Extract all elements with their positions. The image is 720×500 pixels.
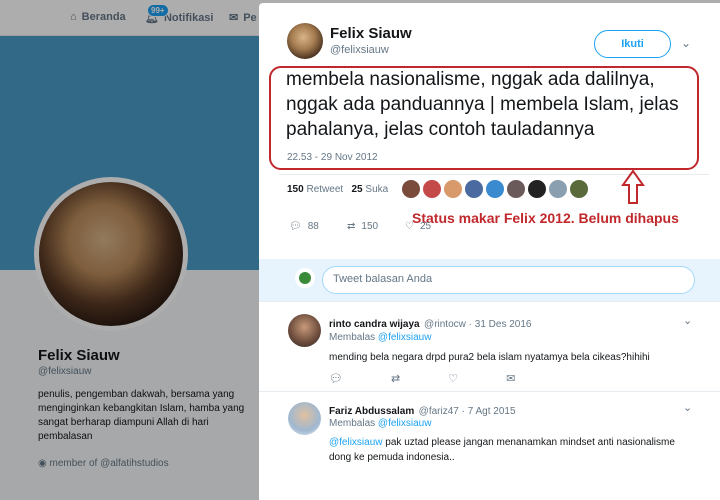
- author-avatar[interactable]: [287, 23, 323, 59]
- reply-item[interactable]: rinto candra wijaya @rintocw · 31 Des 20…: [259, 301, 720, 391]
- chevron-down-icon[interactable]: ⌄: [681, 36, 691, 50]
- reply-icon[interactable]: 💬︎: [329, 372, 343, 385]
- follow-button[interactable]: Ikuti: [594, 30, 671, 58]
- retweet-action[interactable]: ⇄ 150: [347, 221, 378, 232]
- like-count: 25: [419, 221, 432, 232]
- reply-count: 88: [307, 221, 319, 232]
- reply-to-handle[interactable]: @felixsiauw: [378, 332, 432, 343]
- tweet-stats: 150 Retweet 25 Suka: [287, 184, 388, 195]
- chevron-down-icon[interactable]: ⌄: [683, 314, 692, 327]
- highlight-box: [269, 66, 699, 170]
- like-action[interactable]: ♡ 25: [405, 221, 431, 232]
- like-total-label: Suka: [365, 184, 389, 195]
- reply-text: mending bela negara drpd pura2 bela isla…: [329, 352, 650, 363]
- retweet-total[interactable]: 150: [287, 184, 304, 195]
- reply-mention[interactable]: @felixsiauw: [329, 437, 383, 448]
- retweet-icon[interactable]: ⇄: [391, 372, 400, 385]
- like-total[interactable]: 25: [352, 184, 363, 195]
- reply-author-name[interactable]: rinto candra wijaya: [329, 319, 420, 330]
- reply-icon: 💬︎: [289, 221, 302, 232]
- reply-action[interactable]: 💬︎ 88: [289, 221, 319, 232]
- reply-input[interactable]: Tweet balasan Anda: [322, 266, 695, 294]
- reply-to: Membalas @felixsiauw: [329, 418, 431, 429]
- reply-avatar[interactable]: [288, 314, 321, 347]
- liker-avatar[interactable]: [402, 180, 420, 198]
- reply-text: @felixsiauw pak uztad please jangan mena…: [329, 435, 689, 465]
- reply-compose: Tweet balasan Anda: [259, 259, 720, 301]
- reply-to-label: Membalas: [329, 418, 376, 429]
- reply-meta: @fariz47 · 7 Agt 2015: [418, 406, 516, 417]
- reply-actions: 💬︎ ⇄ ♡ ✉: [329, 372, 515, 385]
- liker-avatar[interactable]: [507, 180, 525, 198]
- retweet-icon: ⇄: [347, 221, 356, 232]
- message-icon[interactable]: ✉: [506, 372, 515, 385]
- liker-avatar[interactable]: [486, 180, 504, 198]
- heart-icon: ♡: [405, 221, 414, 232]
- annotation-text: Status makar Felix 2012. Belum dihapus: [412, 210, 679, 226]
- retweet-total-label: Retweet: [306, 184, 344, 195]
- reply-avatar[interactable]: [288, 402, 321, 435]
- likers-avatars[interactable]: [402, 180, 588, 198]
- heart-icon[interactable]: ♡: [448, 372, 458, 385]
- liker-avatar[interactable]: [444, 180, 462, 198]
- own-avatar: [295, 268, 315, 288]
- annotation-arrow-icon: [621, 169, 645, 204]
- reply-to-handle[interactable]: @felixsiauw: [378, 418, 432, 429]
- liker-avatar[interactable]: [528, 180, 546, 198]
- reply-to-label: Membalas: [329, 332, 376, 343]
- tweet-modal: Felix Siauw @felixsiauw Ikuti ⌄ membela …: [259, 3, 720, 500]
- liker-avatar[interactable]: [423, 180, 441, 198]
- author-name[interactable]: Felix Siauw: [330, 25, 412, 42]
- liker-avatar[interactable]: [549, 180, 567, 198]
- reply-to: Membalas @felixsiauw: [329, 332, 431, 343]
- reply-item[interactable]: Fariz Abdussalam @fariz47 · 7 Agt 2015 ⌄…: [259, 391, 720, 500]
- liker-avatar[interactable]: [465, 180, 483, 198]
- liker-avatar[interactable]: [570, 180, 588, 198]
- reply-meta: @rintocw · 31 Des 2016: [424, 319, 532, 330]
- retweet-count: 150: [361, 221, 379, 232]
- chevron-down-icon[interactable]: ⌄: [683, 401, 692, 414]
- reply-author-name[interactable]: Fariz Abdussalam: [329, 406, 414, 417]
- author-handle: @felixsiauw: [330, 44, 389, 56]
